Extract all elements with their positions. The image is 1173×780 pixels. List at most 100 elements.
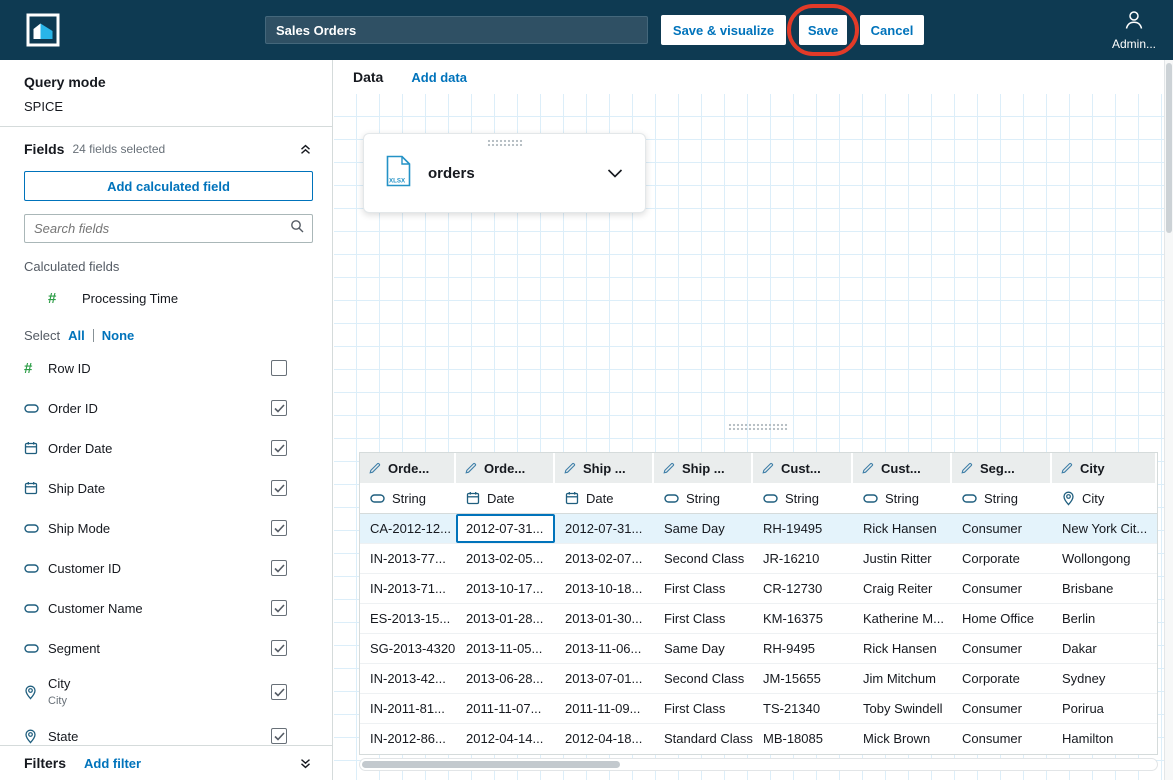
column-type-cell[interactable]: String (360, 483, 456, 513)
table-cell[interactable]: Second Class (654, 544, 753, 573)
add-data-link[interactable]: Add data (411, 70, 467, 85)
field-row-order-id[interactable]: Order ID (0, 388, 332, 428)
field-row-customer-name[interactable]: Customer Name (0, 588, 332, 628)
collapse-filters-icon[interactable] (299, 757, 312, 770)
table-cell[interactable]: 2013-06-28... (456, 664, 555, 693)
table-drag-handle[interactable] (728, 423, 788, 430)
table-cell[interactable]: 2013-02-07... (555, 544, 654, 573)
table-cell[interactable]: 2012-07-31... (555, 514, 654, 543)
field-checkbox[interactable] (271, 440, 287, 456)
field-checkbox[interactable] (271, 560, 287, 576)
table-cell[interactable]: ES-2013-15... (360, 604, 456, 633)
select-none-link[interactable]: None (102, 328, 135, 343)
column-type-cell[interactable]: City (1052, 483, 1157, 513)
table-cell[interactable]: Consumer (952, 694, 1052, 723)
table-cell[interactable]: IN-2012-86... (360, 724, 456, 754)
save-and-visualize-button[interactable]: Save & visualize (661, 15, 786, 45)
dataset-name-input[interactable] (265, 16, 648, 44)
table-row[interactable]: CA-2012-12... 2012-07-31... 2012-07-31... S… (360, 514, 1157, 544)
column-header[interactable]: Seg... (952, 453, 1052, 483)
column-type-cell[interactable]: Date (456, 483, 555, 513)
table-row[interactable]: IN-2013-77... 2013-02-05... 2013-02-07... S… (360, 544, 1157, 574)
table-cell[interactable]: Same Day (654, 634, 753, 663)
field-checkbox[interactable] (271, 360, 287, 376)
field-checkbox[interactable] (271, 684, 287, 700)
collapse-fields-icon[interactable] (299, 143, 312, 156)
table-cell[interactable]: Toby Swindell (853, 694, 952, 723)
field-checkbox[interactable] (271, 600, 287, 616)
add-calculated-field-button[interactable]: Add calculated field (24, 171, 313, 201)
column-header[interactable]: Orde... (360, 453, 456, 483)
table-row[interactable]: IN-2013-71... 2013-10-17... 2013-10-18... F… (360, 574, 1157, 604)
quicksight-logo-icon[interactable] (26, 13, 60, 47)
table-cell[interactable]: Mick Brown (853, 724, 952, 754)
cancel-button[interactable]: Cancel (860, 15, 924, 45)
field-row-ship-mode[interactable]: Ship Mode (0, 508, 332, 548)
table-cell[interactable]: Craig Reiter (853, 574, 952, 603)
table-cell[interactable]: Hamilton (1052, 724, 1157, 754)
vertical-scrollbar-thumb[interactable] (1166, 63, 1172, 233)
field-row-city[interactable]: City City (0, 668, 332, 716)
table-cell[interactable]: RH-19495 (753, 514, 853, 543)
table-cell[interactable]: IN-2013-42... (360, 664, 456, 693)
table-cell[interactable]: Sydney (1052, 664, 1157, 693)
table-row[interactable]: IN-2013-42... 2013-06-28... 2013-07-01... S… (360, 664, 1157, 694)
column-header[interactable]: Orde... (456, 453, 555, 483)
add-filter-link[interactable]: Add filter (84, 756, 299, 771)
horizontal-scrollbar-thumb[interactable] (362, 761, 620, 768)
table-cell[interactable]: Katherine M... (853, 604, 952, 633)
source-table-card[interactable]: XLSX orders (363, 133, 646, 213)
column-header[interactable]: Ship ... (654, 453, 753, 483)
table-cell[interactable]: IN-2013-71... (360, 574, 456, 603)
table-cell[interactable]: Second Class (654, 664, 753, 693)
table-row[interactable]: IN-2011-81... 2011-11-07... 2011-11-09... F… (360, 694, 1157, 724)
table-cell[interactable]: Brisbane (1052, 574, 1157, 603)
column-header[interactable]: Cust... (853, 453, 952, 483)
chevron-down-icon[interactable] (607, 168, 623, 178)
table-cell[interactable]: Consumer (952, 514, 1052, 543)
table-cell[interactable]: 2013-01-30... (555, 604, 654, 633)
field-checkbox[interactable] (271, 480, 287, 496)
table-cell[interactable]: IN-2013-77... (360, 544, 456, 573)
column-type-cell[interactable]: String (753, 483, 853, 513)
table-cell[interactable]: Porirua (1052, 694, 1157, 723)
table-cell[interactable]: Rick Hansen (853, 514, 952, 543)
table-cell[interactable]: Berlin (1052, 604, 1157, 633)
table-cell[interactable]: First Class (654, 694, 753, 723)
table-cell[interactable]: First Class (654, 604, 753, 633)
table-cell[interactable]: 2011-11-07... (456, 694, 555, 723)
table-cell[interactable]: CR-12730 (753, 574, 853, 603)
save-button[interactable]: Save (799, 15, 847, 45)
field-row-customer-id[interactable]: Customer ID (0, 548, 332, 588)
column-type-cell[interactable]: Date (555, 483, 654, 513)
table-cell[interactable]: Dakar (1052, 634, 1157, 663)
table-cell[interactable]: JM-15655 (753, 664, 853, 693)
column-type-cell[interactable]: String (952, 483, 1052, 513)
column-header[interactable]: Ship ... (555, 453, 654, 483)
field-row-order-date[interactable]: Order Date (0, 428, 332, 468)
table-cell[interactable]: KM-16375 (753, 604, 853, 633)
table-cell[interactable]: 2013-11-06... (555, 634, 654, 663)
vertical-scrollbar[interactable] (1164, 60, 1173, 780)
table-cell[interactable]: 2013-07-01... (555, 664, 654, 693)
table-cell[interactable]: 2012-07-31... (456, 514, 555, 543)
field-row-segment[interactable]: Segment (0, 628, 332, 668)
table-cell[interactable]: CA-2012-12... (360, 514, 456, 543)
field-checkbox[interactable] (271, 400, 287, 416)
table-cell[interactable]: TS-21340 (753, 694, 853, 723)
field-row-row-id[interactable]: # Row ID (0, 348, 332, 388)
table-cell[interactable]: Standard Class (654, 724, 753, 754)
table-cell[interactable]: Justin Ritter (853, 544, 952, 573)
table-cell[interactable]: Corporate (952, 544, 1052, 573)
table-cell[interactable]: Consumer (952, 574, 1052, 603)
table-cell[interactable]: RH-9495 (753, 634, 853, 663)
column-header[interactable]: Cust... (753, 453, 853, 483)
table-cell[interactable]: SG-2013-4320 (360, 634, 456, 663)
table-row[interactable]: IN-2012-86... 2012-04-14... 2012-04-18... S… (360, 724, 1157, 754)
table-cell[interactable]: IN-2011-81... (360, 694, 456, 723)
table-row[interactable]: ES-2013-15... 2013-01-28... 2013-01-30... F… (360, 604, 1157, 634)
drag-handle[interactable] (486, 139, 523, 146)
table-cell[interactable]: Rick Hansen (853, 634, 952, 663)
table-cell[interactable]: 2013-01-28... (456, 604, 555, 633)
select-all-link[interactable]: All (68, 328, 85, 343)
